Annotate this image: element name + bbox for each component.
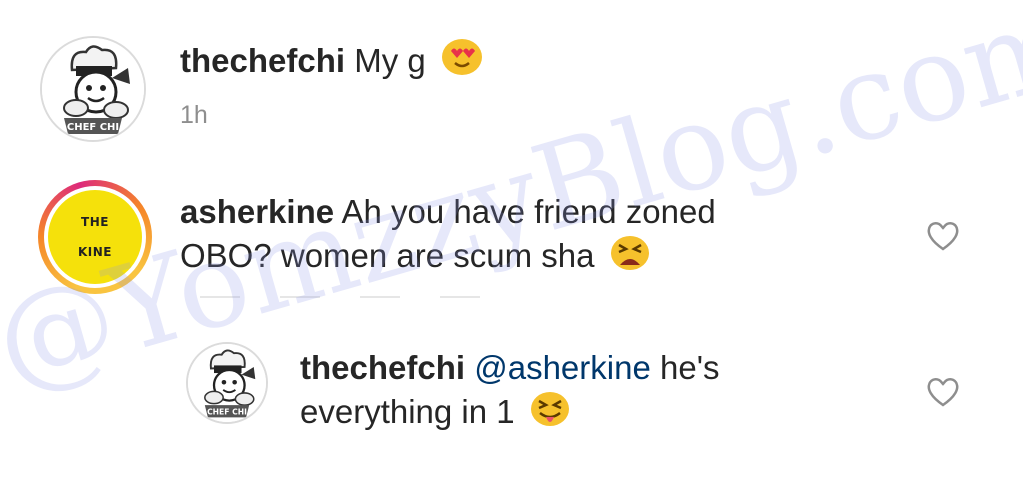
avatar-asherkine[interactable]: THE KINE [38, 180, 152, 294]
divider-line [200, 296, 520, 298]
avatar-logo-line1: THE [81, 215, 109, 229]
comment-username[interactable]: thechefchi [180, 42, 345, 79]
like-heart-icon[interactable] [926, 220, 960, 252]
heart-eyes-emoji-icon [441, 39, 482, 75]
reply-mention-link[interactable]: @asherkine [474, 349, 651, 386]
tired-face-emoji-icon [610, 236, 649, 270]
reply-line1: thechefchi @asherkine he's [300, 346, 720, 390]
chef-avatar-illustration: CHEF CHI [188, 344, 266, 422]
avatar-label: CHEF CHI [67, 122, 119, 133]
tongue-out-emoji-icon [530, 392, 569, 426]
comment-2-line2: OBO? women are scum sha [180, 234, 650, 278]
like-heart-icon[interactable] [926, 376, 960, 408]
comment-timestamp: 1h [180, 101, 208, 129]
avatar-label: CHEF CHI [207, 407, 247, 416]
comment-body: My g [354, 42, 426, 79]
comment-body-line2: OBO? women are scum sha [180, 237, 595, 274]
reply-username[interactable]: thechefchi [300, 349, 465, 386]
avatar-logo-line2: KINE [77, 245, 112, 259]
avatar-thechefchi-reply[interactable]: CHEF CHI [186, 342, 268, 424]
reply-body-line2: everything in 1 [300, 393, 515, 430]
comment-body-line1: Ah you have friend zoned [341, 193, 716, 230]
avatar-thechefchi[interactable]: CHEF CHI [40, 36, 146, 142]
avatar-logo: THE KINE [48, 190, 142, 284]
reply-line2: everything in 1 [300, 390, 570, 434]
chef-avatar-illustration: CHEF CHI [42, 38, 144, 140]
comment-1-text: thechefchi My g [180, 38, 483, 83]
comment-2-line1: asherkine Ah you have friend zoned [180, 190, 716, 234]
comment-username[interactable]: asherkine [180, 193, 334, 230]
reply-body-line1: he's [659, 349, 720, 386]
